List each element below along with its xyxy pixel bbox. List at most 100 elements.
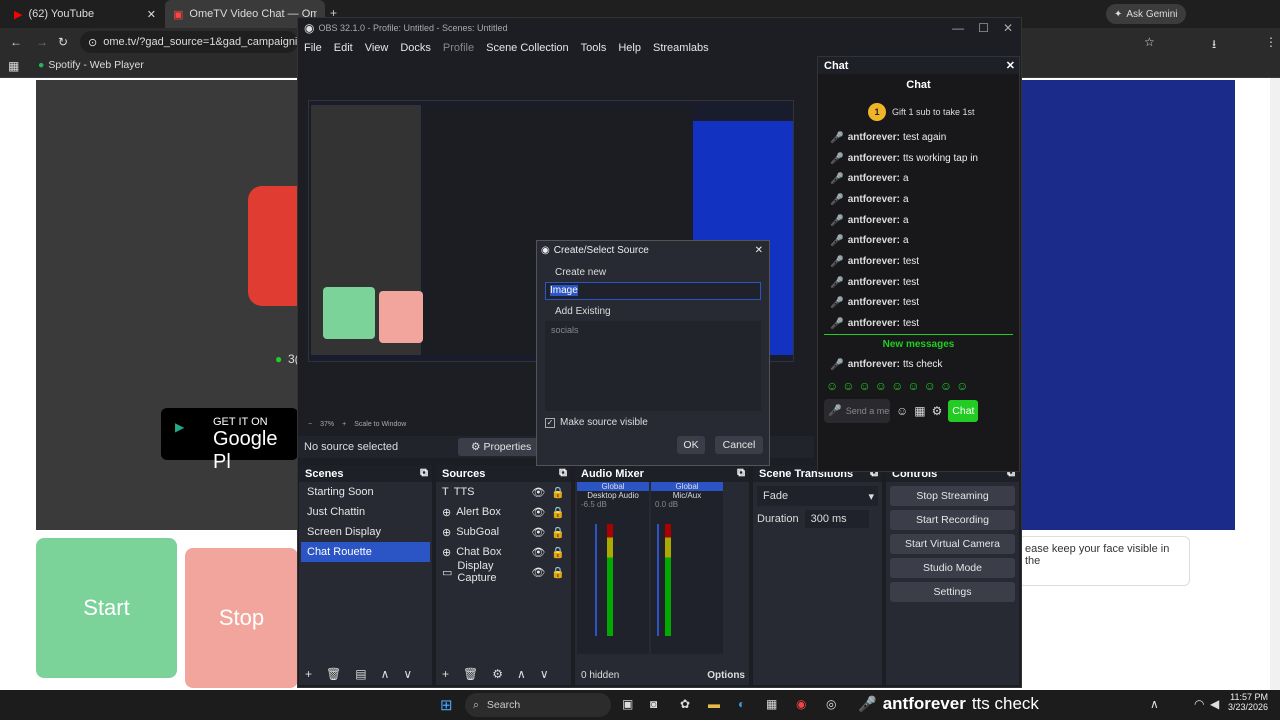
menu-edit[interactable]: Edit xyxy=(334,42,353,54)
back-icon[interactable]: ← xyxy=(10,35,22,49)
source-item[interactable]: ⊕ SubGoal 👁 🔒 xyxy=(436,522,571,542)
source-item[interactable]: T TTS 👁 🔒 xyxy=(436,482,571,502)
emote-icon[interactable]: ☺ xyxy=(842,379,854,393)
file-explorer-icon[interactable]: ▬ xyxy=(708,697,720,711)
add-icon[interactable]: + xyxy=(442,667,449,681)
wifi-icon[interactable]: ◠ xyxy=(1194,697,1204,711)
zoom-in-icon[interactable]: + xyxy=(342,421,346,428)
transition-select[interactable]: Fade ▾ xyxy=(757,486,878,506)
page-scrollbar[interactable] xyxy=(1270,78,1280,690)
menu-docks[interactable]: Docks xyxy=(400,42,431,54)
edge-icon[interactable]: ◐ xyxy=(738,697,745,711)
chrome-icon[interactable]: ◉ xyxy=(796,697,806,711)
gemini-button[interactable]: ✦ Ask Gemini xyxy=(1106,4,1186,24)
studio-mode-button[interactable]: Studio Mode xyxy=(890,558,1015,578)
channel-name[interactable]: Mic/Aux xyxy=(651,491,723,500)
lock-icon[interactable]: 🔒 xyxy=(551,546,565,559)
menu-streamlabs[interactable]: Streamlabs xyxy=(653,42,709,54)
source-item[interactable]: ⊕ Chat Box 👁 🔒 xyxy=(436,542,571,562)
ok-button[interactable]: OK xyxy=(677,436,705,454)
lock-icon[interactable]: 🔒 xyxy=(551,566,565,579)
popout-icon[interactable]: ⧉ xyxy=(559,467,567,480)
menu-view[interactable]: View xyxy=(365,42,389,54)
emote-icon[interactable]: ☺ xyxy=(924,379,936,393)
apps-icon[interactable]: ▦ xyxy=(8,59,19,73)
cancel-button[interactable]: Cancel xyxy=(715,436,763,454)
start-recording-button[interactable]: Start Recording xyxy=(890,510,1015,530)
camera-app-icon[interactable]: ◙ xyxy=(650,697,657,711)
gear-icon[interactable]: ⚙ xyxy=(492,667,503,681)
copilot-icon[interactable]: ✿ xyxy=(680,697,690,711)
trash-icon[interactable]: 🗑 xyxy=(326,667,341,681)
obs-taskbar-icon[interactable]: ◎ xyxy=(826,697,836,711)
add-icon[interactable]: + xyxy=(305,667,312,681)
chat-input[interactable]: 🎤 Send a message xyxy=(824,398,890,423)
scene-item[interactable]: Starting Soon xyxy=(301,482,430,502)
chat-send-button[interactable]: Chat xyxy=(948,399,979,422)
gear-icon[interactable]: ⚙ xyxy=(932,404,943,418)
volume-icon[interactable]: ◀ xyxy=(1210,697,1219,711)
minimize-icon[interactable]: — xyxy=(952,21,964,35)
add-existing-option[interactable]: Add Existing xyxy=(555,306,769,317)
store-icon[interactable]: ▦ xyxy=(766,697,777,711)
google-play-badge[interactable]: ▶ GET IT ON Google Pl xyxy=(161,408,298,473)
close-icon[interactable]: ✕ xyxy=(1006,59,1015,72)
source-item[interactable]: ▭ Display Capture 👁 🔒 xyxy=(436,560,571,584)
scene-item-selected[interactable]: Chat Rouette xyxy=(301,542,430,562)
lock-icon[interactable]: 🔒 xyxy=(551,506,565,519)
close-icon[interactable]: ✕ xyxy=(147,8,156,21)
bookmark-spotify[interactable]: ● Spotify - Web Player xyxy=(38,59,144,71)
emote-icon[interactable]: ☺ xyxy=(907,379,919,393)
eye-icon[interactable]: 👁 xyxy=(531,506,545,519)
emote-icon[interactable]: ☺ xyxy=(859,379,871,393)
emote-icon[interactable]: ☺ xyxy=(956,379,968,393)
eye-icon[interactable]: 👁 xyxy=(531,486,545,499)
eye-icon[interactable]: 👁 xyxy=(531,526,545,539)
menu-icon[interactable]: ⋮ xyxy=(1265,35,1277,49)
task-view-icon[interactable]: ▣ xyxy=(622,697,633,711)
settings-button[interactable]: Settings xyxy=(890,582,1015,602)
start-button[interactable]: Start xyxy=(36,538,177,678)
options-button[interactable]: Options xyxy=(707,670,745,681)
start-virtual-camera-button[interactable]: Start Virtual Camera xyxy=(890,534,1015,554)
eye-icon[interactable]: 👁 xyxy=(531,566,545,579)
clock[interactable]: 11:57 PM 3/23/2026 xyxy=(1226,692,1268,712)
menu-profile[interactable]: Profile xyxy=(443,42,474,54)
move-up-icon[interactable]: ∧ xyxy=(381,667,390,681)
tab-youtube[interactable]: ▶ (62) YouTube ✕ xyxy=(6,0,164,28)
tray-chevron-icon[interactable]: ∧ xyxy=(1150,697,1159,711)
scene-item[interactable]: Just Chattin xyxy=(301,502,430,522)
volume-slider[interactable] xyxy=(595,524,597,636)
windows-start-icon[interactable]: ⊞ xyxy=(440,696,453,714)
duration-input[interactable]: 300 ms xyxy=(804,510,869,528)
channel-name[interactable]: Desktop Audio xyxy=(577,491,649,500)
eye-icon[interactable]: 👁 xyxy=(531,546,545,559)
move-up-icon[interactable]: ∧ xyxy=(517,667,526,681)
properties-button[interactable]: ⚙ Properties xyxy=(458,438,545,456)
filter-icon[interactable]: ▤ xyxy=(355,667,366,681)
gift-icon[interactable]: ▦ xyxy=(914,404,925,418)
move-down-icon[interactable]: ∨ xyxy=(403,667,412,681)
mic-icon[interactable]: 🎤 xyxy=(828,404,842,417)
download-icon[interactable]: ⭳ xyxy=(1212,35,1216,56)
menu-file[interactable]: File xyxy=(304,42,322,54)
scene-item[interactable]: Screen Display xyxy=(301,522,430,542)
emoji-icon[interactable]: ☺ xyxy=(896,404,908,418)
address-bar[interactable]: ⊙ ome.tv/?gad_source=1&gad_campaignid=22… xyxy=(80,31,298,53)
zoom-out-icon[interactable]: − xyxy=(308,421,312,428)
popout-icon[interactable]: ⧉ xyxy=(420,467,428,480)
forward-icon[interactable]: → xyxy=(36,35,48,49)
menu-tools[interactable]: Tools xyxy=(581,42,607,54)
popout-icon[interactable]: ⧉ xyxy=(737,467,745,480)
stop-button[interactable]: Stop xyxy=(185,548,298,688)
reload-icon[interactable]: ↻ xyxy=(58,35,68,49)
close-icon[interactable]: ✕ xyxy=(755,245,763,256)
menu-scene-collection[interactable]: Scene Collection xyxy=(486,42,569,54)
stop-streaming-button[interactable]: Stop Streaming xyxy=(890,486,1015,506)
emote-icon[interactable]: ☺ xyxy=(875,379,887,393)
make-visible-row[interactable]: ✓ Make source visible xyxy=(545,417,769,428)
menu-help[interactable]: Help xyxy=(618,42,641,54)
trash-icon[interactable]: 🗑 xyxy=(463,667,478,681)
existing-source-item[interactable]: socials xyxy=(551,325,755,335)
emote-icon[interactable]: ☺ xyxy=(891,379,903,393)
